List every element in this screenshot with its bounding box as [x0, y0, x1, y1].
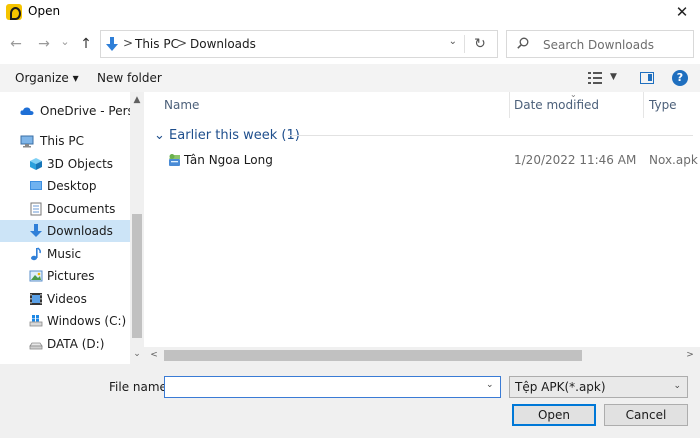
sidebar-scrollbar[interactable]: ▲ ⌄ — [130, 92, 144, 364]
breadcrumb-separator: > — [177, 36, 188, 50]
bottom-panel: File name: ⌄ Tệp APK(*.apk) ⌄ Open Cance… — [0, 364, 700, 438]
sidebar-scroll-thumb[interactable] — [132, 214, 142, 338]
sidebar-item-pictures[interactable]: Pictures — [0, 265, 130, 287]
file-list-hscrollbar[interactable]: < > — [144, 347, 700, 364]
sidebar-item-desktop[interactable]: Desktop — [0, 175, 130, 197]
help-icon[interactable]: ? — [672, 70, 688, 86]
sidebar-item-data-d[interactable]: DATA (D:) — [0, 333, 130, 355]
videos-icon — [30, 293, 42, 305]
command-toolbar: Organize ▾ New folder ▼ ? — [0, 64, 700, 92]
open-button[interactable]: Open — [512, 404, 596, 426]
file-type-select[interactable]: Tệp APK(*.apk) ⌄ — [509, 376, 688, 398]
sidebar-item-documents[interactable]: Documents — [0, 198, 130, 220]
sidebar-item-label: Downloads — [47, 224, 113, 238]
breadcrumb-this-pc[interactable]: This PC — [135, 37, 179, 51]
up-button[interactable]: ↑ — [76, 33, 96, 55]
back-button[interactable]: ← — [6, 33, 26, 55]
scroll-right-icon[interactable]: > — [684, 349, 696, 361]
download-icon — [30, 224, 42, 237]
search-box[interactable]: Search Downloads — [506, 30, 694, 58]
drive-icon — [29, 342, 43, 350]
pictures-icon — [29, 270, 43, 282]
music-icon — [31, 247, 41, 261]
sidebar-item-label: Desktop — [47, 179, 97, 193]
breadcrumb-downloads[interactable]: Downloads — [190, 37, 256, 51]
sidebar-item-onedrive[interactable]: OneDrive - Person — [0, 100, 144, 122]
address-dropdown-icon[interactable]: ⌄ — [449, 36, 457, 47]
recent-locations-button[interactable]: ⌄ — [58, 31, 72, 53]
title-bar: Open ✕ — [0, 0, 700, 24]
refresh-button[interactable]: ↻ — [469, 34, 491, 54]
preview-pane-icon[interactable] — [640, 72, 654, 84]
sidebar-item-label: Pictures — [47, 269, 95, 283]
sidebar-item-label: This PC — [40, 134, 84, 148]
file-name-input[interactable] — [164, 376, 501, 398]
file-date-modified: 1/20/2022 11:46 AM — [514, 153, 637, 167]
file-row[interactable]: Tân Ngoa Long 1/20/2022 11:46 AM Nox.apk — [160, 148, 700, 170]
column-divider[interactable] — [509, 92, 510, 118]
sidebar-item-label: Documents — [47, 202, 116, 216]
address-divider — [464, 35, 465, 53]
scroll-left-icon[interactable]: < — [148, 349, 160, 361]
group-header-earlier-this-week[interactable]: ⌄ Earlier this week (1) — [154, 128, 300, 143]
group-title: Earlier this week (1) — [169, 128, 300, 143]
app-logo-icon — [6, 4, 22, 20]
scroll-up-icon[interactable]: ▲ — [132, 94, 142, 106]
download-folder-icon — [106, 37, 118, 51]
close-button[interactable]: ✕ — [664, 0, 700, 24]
scroll-down-icon[interactable]: ⌄ — [132, 348, 142, 360]
document-icon — [30, 202, 42, 216]
file-type-dropdown-icon[interactable]: ⌄ — [673, 381, 681, 391]
sidebar-item-music[interactable]: Music — [0, 243, 130, 265]
view-options-caret[interactable]: ▼ — [610, 72, 617, 82]
sidebar-item-label: OneDrive - Person — [40, 104, 144, 118]
file-name-label: File name: — [109, 380, 171, 394]
group-collapse-icon[interactable]: ⌄ — [154, 128, 165, 143]
column-header-type[interactable]: Type — [649, 98, 677, 112]
address-bar[interactable]: > This PC > Downloads ⌄ ↻ — [100, 30, 498, 58]
view-details-icon[interactable] — [588, 72, 602, 84]
sidebar-item-label: DATA (D:) — [47, 337, 105, 351]
window-title: Open — [28, 4, 61, 18]
apk-file-icon — [169, 154, 180, 166]
forward-button[interactable]: → — [34, 33, 54, 55]
file-type: Nox.apk — [649, 153, 698, 167]
organize-button[interactable]: Organize ▾ — [15, 71, 79, 85]
sidebar-item-downloads[interactable]: Downloads — [0, 220, 130, 242]
new-folder-button[interactable]: New folder — [97, 71, 162, 85]
file-name-dropdown-icon[interactable]: ⌄ — [486, 380, 494, 390]
cube-icon — [30, 158, 42, 170]
group-divider — [288, 135, 693, 136]
file-type-value: Tệp APK(*.apk) — [515, 380, 606, 394]
sidebar-item-label: Windows (C:) — [47, 314, 127, 328]
search-icon — [517, 37, 529, 49]
sidebar-item-label: 3D Objects — [47, 157, 114, 171]
column-divider[interactable] — [643, 92, 644, 118]
search-input[interactable]: Search Downloads — [543, 38, 654, 52]
sidebar-item-3d-objects[interactable]: 3D Objects — [0, 153, 130, 175]
windows-drive-icon — [29, 315, 43, 327]
sidebar-item-windows-c[interactable]: Windows (C:) — [0, 310, 130, 332]
column-header-date-modified[interactable]: Date modified — [514, 98, 599, 112]
cancel-button[interactable]: Cancel — [604, 404, 688, 426]
sidebar-item-label: Videos — [47, 292, 87, 306]
hscroll-thumb[interactable] — [164, 350, 582, 361]
cloud-icon — [20, 107, 34, 115]
navigation-pane: OneDrive - Person This PC 3D Objects Des… — [0, 92, 144, 364]
computer-icon — [20, 135, 34, 148]
column-header-name[interactable]: Name — [164, 98, 199, 112]
sidebar-item-videos[interactable]: Videos — [0, 288, 130, 310]
breadcrumb-separator: > — [123, 36, 134, 50]
desktop-icon — [30, 181, 42, 190]
sidebar-item-this-pc[interactable]: This PC — [0, 130, 130, 152]
sidebar-item-label: Music — [47, 247, 82, 261]
file-name: Tân Ngoa Long — [184, 153, 273, 167]
